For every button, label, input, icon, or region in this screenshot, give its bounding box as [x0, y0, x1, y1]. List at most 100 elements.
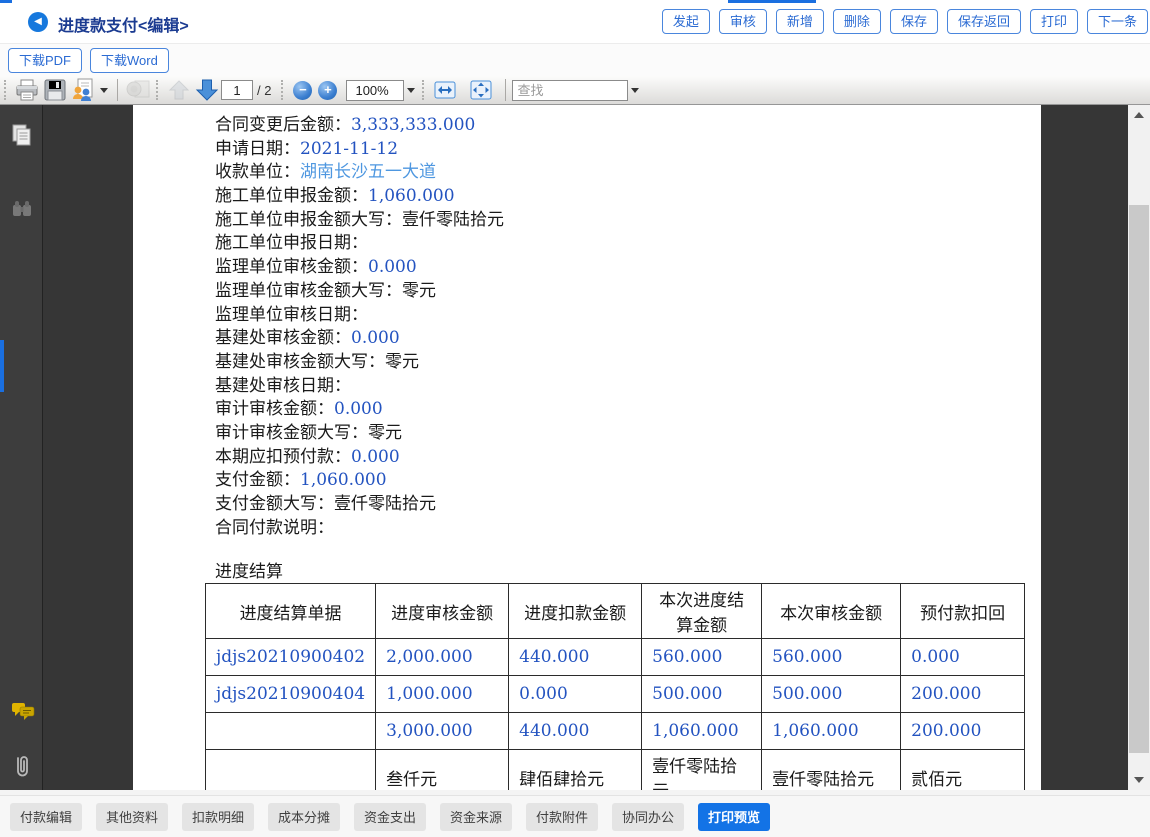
tab-扣款明细[interactable]: 扣款明细	[182, 803, 254, 831]
table-row: jdjs202109004041,000.0000.000500.000500.…	[206, 676, 1025, 713]
scroll-up-icon[interactable]	[1128, 105, 1150, 125]
field-label: 基建处审核日期：	[215, 376, 351, 396]
search-dropdown-caret[interactable]	[631, 88, 639, 93]
bottom-tab-bar: 付款编辑其他资料扣款明细成本分摊资金支出资金来源付款附件协同办公打印预览	[0, 795, 1150, 837]
scrollbar-thumb[interactable]	[1129, 205, 1149, 753]
table-cell: 1,060.000	[762, 713, 901, 750]
header-button-2[interactable]: 新增	[776, 9, 824, 34]
sidebar-active-indicator	[0, 340, 4, 392]
print-icon[interactable]	[13, 78, 41, 102]
tab-付款附件[interactable]: 付款附件	[526, 803, 598, 831]
document-field-8: 监理单位审核日期：	[215, 300, 1025, 324]
header-action-buttons: 发起审核新增删除保存保存返回打印下一条	[662, 9, 1148, 34]
field-value: 0.000	[368, 257, 417, 277]
comments-panel-icon[interactable]	[10, 700, 34, 724]
pdf-scrollbar[interactable]	[1128, 105, 1150, 790]
header-button-6[interactable]: 打印	[1030, 9, 1078, 34]
field-value: 零元	[368, 423, 402, 443]
top-accent-mid	[728, 0, 816, 3]
back-button[interactable]: ◀	[28, 12, 48, 32]
field-label: 本期应扣预付款：	[215, 447, 351, 467]
table-header-cell: 进度扣款金额	[509, 584, 642, 639]
header-button-7[interactable]: 下一条	[1087, 9, 1148, 34]
table-cell: 500.000	[642, 676, 762, 713]
pdf-document-page: 合同变更后金额：3,333,333.000申请日期：2021-11-12收款单位…	[133, 105, 1041, 790]
field-value: 1,060.000	[368, 186, 455, 206]
document-field-7: 监理单位审核金额大写：零元	[215, 276, 1025, 300]
document-field-5: 施工单位申报日期：	[215, 228, 1025, 252]
header-bar: ◀ 进度款支付<编辑> 发起审核新增删除保存保存返回打印下一条	[0, 0, 1150, 44]
document-field-16: 支付金额大写：壹仟零陆拾元	[215, 489, 1025, 513]
field-label: 申请日期：	[215, 139, 300, 159]
download-button-0[interactable]: 下载PDF	[8, 48, 82, 73]
pages-panel-icon[interactable]	[10, 123, 34, 147]
search-input[interactable]	[512, 80, 628, 101]
header-button-3[interactable]: 删除	[833, 9, 881, 34]
next-page-icon[interactable]	[193, 78, 221, 102]
page-total-label: / 2	[257, 83, 271, 98]
field-label: 监理单位审核金额：	[215, 257, 368, 277]
fit-width-icon[interactable]	[431, 78, 459, 102]
document-field-15: 支付金额：1,060.000	[215, 465, 1025, 489]
scroll-down-icon[interactable]	[1128, 770, 1150, 790]
document-fields: 合同变更后金额：3,333,333.000申请日期：2021-11-12收款单位…	[215, 110, 1025, 536]
field-value: 0.000	[351, 328, 400, 348]
top-accent-left	[0, 0, 12, 3]
header-button-0[interactable]: 发起	[662, 9, 710, 34]
table-header-cell: 预付款扣回	[901, 584, 1025, 639]
field-label: 监理单位审核金额大写：	[215, 281, 402, 301]
tab-资金支出[interactable]: 资金支出	[354, 803, 426, 831]
tab-其他资料[interactable]: 其他资料	[96, 803, 168, 831]
tab-资金来源[interactable]: 资金来源	[440, 803, 512, 831]
save-icon[interactable]	[41, 78, 69, 102]
back-icon: ◀	[34, 16, 42, 27]
zoom-in-icon[interactable]: +	[318, 81, 337, 100]
table-header-cell: 本次进度结算金额	[642, 584, 762, 639]
app-window: ◀ 进度款支付<编辑> 发起审核新增删除保存保存返回打印下一条 下载PDF 下载W…	[0, 0, 1150, 837]
tab-协同办公[interactable]: 协同办公	[612, 803, 684, 831]
header-button-4[interactable]: 保存	[890, 9, 938, 34]
document-field-2: 收款单位：湖南长沙五一大道	[215, 157, 1025, 181]
field-value: 零元	[402, 281, 436, 301]
table-cell: 3,000.000	[376, 713, 509, 750]
field-value: 零元	[385, 352, 419, 372]
field-value: 1,060.000	[300, 470, 387, 490]
table-cell: 560.000	[762, 639, 901, 676]
page-number-input[interactable]	[221, 80, 253, 100]
header-button-1[interactable]: 审核	[719, 9, 767, 34]
table-cell: 200.000	[901, 713, 1025, 750]
settlement-section-title: 进度结算	[215, 557, 1025, 581]
zoom-out-icon[interactable]: −	[293, 81, 312, 100]
table-row: jdjs202109004022,000.000440.000560.00056…	[206, 639, 1025, 676]
page-title: 进度款支付<编辑>	[58, 12, 189, 36]
share-collab-icon[interactable]	[69, 78, 97, 102]
download-bar: 下载PDF 下载Word	[0, 44, 1150, 76]
download-button-1[interactable]: 下载Word	[90, 48, 169, 73]
zoom-dropdown-caret[interactable]	[407, 88, 415, 93]
share-dropdown-caret[interactable]	[100, 88, 108, 93]
field-label: 监理单位审核日期：	[215, 305, 368, 325]
table-cell: 440.000	[509, 639, 642, 676]
tab-成本分摊[interactable]: 成本分摊	[268, 803, 340, 831]
attachments-panel-icon[interactable]	[10, 753, 34, 777]
field-label: 支付金额：	[215, 470, 300, 490]
field-label: 审计审核金额：	[215, 399, 334, 419]
tab-付款编辑[interactable]: 付款编辑	[10, 803, 82, 831]
table-header-cell: 本次审核金额	[762, 584, 901, 639]
table-cell: 500.000	[762, 676, 901, 713]
table-cell	[206, 713, 376, 750]
zoom-level-select[interactable]: 100%	[346, 80, 404, 101]
pdf-toolbar: / 2 − + 100%	[0, 76, 1150, 105]
document-field-6: 监理单位审核金额：0.000	[215, 252, 1025, 276]
pdf-viewer-area: 合同变更后金额：3,333,333.000申请日期：2021-11-12收款单位…	[0, 105, 1150, 790]
header-button-5[interactable]: 保存返回	[947, 9, 1021, 34]
field-label: 审计审核金额大写：	[215, 423, 368, 443]
toolbar-grip	[4, 80, 8, 100]
field-label: 合同付款说明：	[215, 518, 334, 538]
document-field-13: 审计审核金额大写：零元	[215, 418, 1025, 442]
table-row: 3,000.000440.0001,060.0001,060.000200.00…	[206, 713, 1025, 750]
snapshot-icon	[124, 78, 152, 102]
search-panel-icon[interactable]	[10, 197, 34, 221]
tab-打印预览[interactable]: 打印预览	[698, 803, 770, 831]
fit-page-icon[interactable]	[467, 78, 495, 102]
